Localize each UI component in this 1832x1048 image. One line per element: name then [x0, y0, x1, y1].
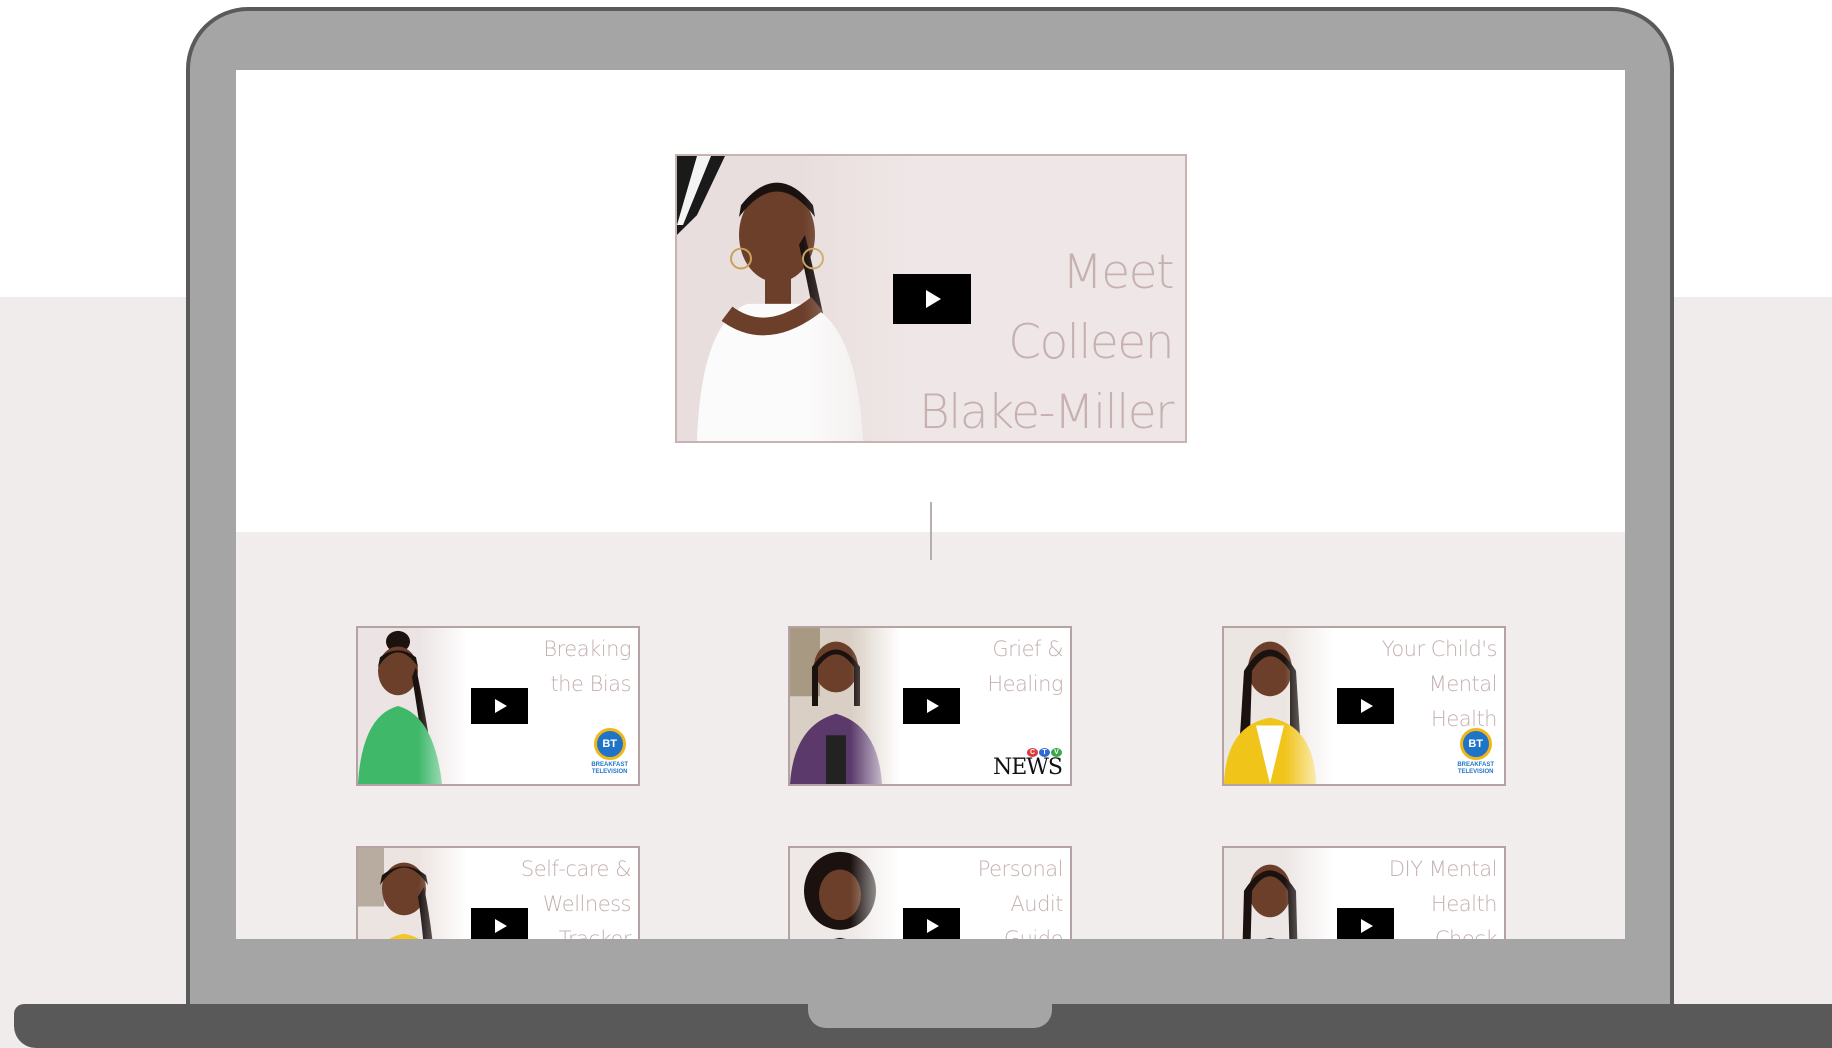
video-card-diy-mental-health-check[interactable]: DIY Mental Health Check [1222, 846, 1506, 939]
video-title: Self-care & Wellness Tracker [520, 857, 632, 939]
video-thumbnail-portrait [358, 628, 468, 784]
play-icon [1361, 919, 1373, 933]
section-divider [930, 502, 932, 560]
hero-portrait-image [677, 156, 907, 441]
video-thumbnail-portrait [790, 628, 900, 784]
play-icon [927, 699, 939, 713]
laptop-trackpad-notch [808, 1004, 1052, 1028]
video-title: Grief & Healing [987, 637, 1063, 696]
play-button[interactable] [471, 688, 528, 724]
video-title: Personal Audit Guide [977, 857, 1064, 939]
play-icon [927, 919, 939, 933]
video-card-grief-healing[interactable]: Grief & Healing CTV NEWS [788, 626, 1072, 786]
play-button[interactable] [471, 908, 528, 939]
play-button[interactable] [903, 908, 960, 939]
video-card-your-childs-mental-health[interactable]: Your Child's Mental Health BT BREAKFAST … [1222, 626, 1506, 786]
video-title: DIY Mental Health Check [1388, 857, 1498, 939]
play-icon [495, 919, 507, 933]
breakfast-television-logo: BT BREAKFAST TELEVISION [591, 728, 628, 776]
hero-video-title: Meet Colleen Blake-Miller [918, 245, 1175, 440]
video-title: Breaking the Bias [543, 637, 631, 696]
play-icon [1361, 699, 1373, 713]
breakfast-television-logo: BT BREAKFAST TELEVISION [1457, 728, 1494, 776]
video-card-self-care-wellness-tracker[interactable]: Self-care & Wellness Tracker [356, 846, 640, 939]
video-thumbnail-portrait [358, 848, 468, 939]
video-card-personal-audit-guide[interactable]: Personal Audit Guide [788, 846, 1072, 939]
video-thumbnail-portrait [1224, 848, 1334, 939]
hero-video-card[interactable]: Meet Colleen Blake-Miller [675, 154, 1187, 443]
ctv-news-logo: CTV NEWS [993, 748, 1063, 780]
play-button[interactable] [903, 688, 960, 724]
video-thumbnail-portrait [790, 848, 900, 939]
video-card-breaking-the-bias[interactable]: Breaking the Bias BT BREAKFAST TELEVISIO… [356, 626, 640, 786]
play-button[interactable] [1337, 908, 1394, 939]
play-icon [495, 699, 507, 713]
video-title: Your Child's Mental Health [1381, 637, 1498, 731]
video-thumbnail-portrait [1224, 628, 1334, 784]
laptop-screen: Meet Colleen Blake-Miller Breaking the B… [236, 70, 1625, 939]
